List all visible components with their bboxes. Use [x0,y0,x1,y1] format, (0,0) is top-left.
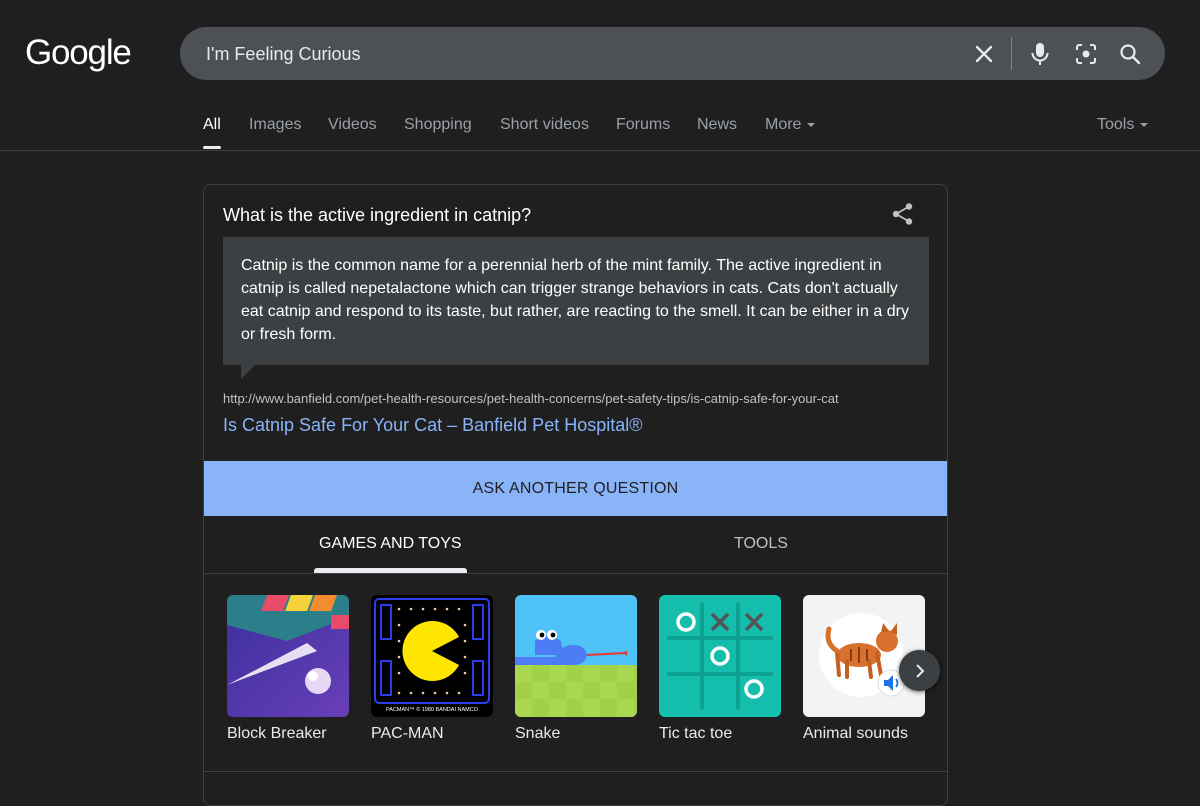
snake-thumbnail [515,595,637,717]
answer-text: Catnip is the common name for a perennia… [223,237,929,365]
block-breaker-thumbnail [227,595,349,717]
pac-man-thumbnail: PACMAN™ © 1980 BANDAI NAMCO [371,595,493,717]
pac-man-copyright: PACMAN™ © 1980 BANDAI NAMCO [386,706,479,713]
chevron-down-icon [807,122,816,127]
chevron-down-icon [1140,122,1149,127]
game-block-breaker[interactable]: Block Breaker [227,595,349,742]
tab-all[interactable]: All [203,116,221,134]
question-title: What is the active ingredient in catnip? [223,205,532,225]
tab-forums[interactable]: Forums [616,116,670,134]
curious-card: What is the active ingredient in catnip?… [203,184,948,806]
search-bar[interactable] [180,27,1165,82]
ask-another-question-button[interactable]: ASK ANOTHER QUESTION [204,461,947,516]
tic-tac-toe-thumbnail [659,595,781,717]
tools-button[interactable]: Tools [1097,116,1149,134]
tab-news[interactable]: News [697,116,737,134]
tab-short-videos[interactable]: Short videos [500,116,589,134]
game-snake[interactable]: Snake [515,595,637,742]
speech-bubble-tail [241,365,255,379]
game-label: Tic tac toe [659,725,733,742]
tab-tools[interactable]: TOOLS [734,535,788,553]
search-icon[interactable] [1115,39,1145,69]
tab-more-label: More [765,116,802,133]
game-tic-tac-toe[interactable]: Tic tac toe [659,595,781,742]
tab-images[interactable]: Images [249,116,301,134]
search-divider [1011,37,1012,70]
card-subtabs: GAMES AND TOYS TOOLS [204,516,947,574]
share-icon[interactable] [890,201,916,227]
game-label: Animal sounds [803,725,908,742]
games-carousel: Block Breaker PACMAN™ © 1980 BANDAI NAMC… [204,573,947,772]
source-link[interactable]: Is Catnip Safe For Your Cat – Banfield P… [223,415,643,436]
search-input[interactable] [204,27,948,82]
close-icon[interactable] [969,39,999,69]
tab-games-and-toys[interactable]: GAMES AND TOYS [319,535,462,553]
active-tab-indicator [203,146,221,149]
chevron-right-icon [915,663,924,678]
game-label: Snake [515,725,561,742]
game-pac-man[interactable]: PACMAN™ © 1980 BANDAI NAMCO PAC-MAN [371,595,493,742]
tab-videos[interactable]: Videos [328,116,377,134]
camera-lens-icon[interactable] [1071,39,1101,69]
google-logo[interactable]: Google [25,33,132,73]
source-url: http://www.banfield.com/pet-health-resou… [223,391,839,406]
tools-label: Tools [1097,116,1135,133]
game-label: Block Breaker [227,725,327,742]
tab-more[interactable]: More [765,116,816,134]
tab-shopping[interactable]: Shopping [404,116,472,134]
carousel-next-button[interactable] [899,650,940,691]
mic-icon[interactable] [1025,39,1055,69]
game-label: PAC-MAN [371,725,444,742]
search-tabs: All Images Videos Shopping Short videos … [0,100,1200,151]
